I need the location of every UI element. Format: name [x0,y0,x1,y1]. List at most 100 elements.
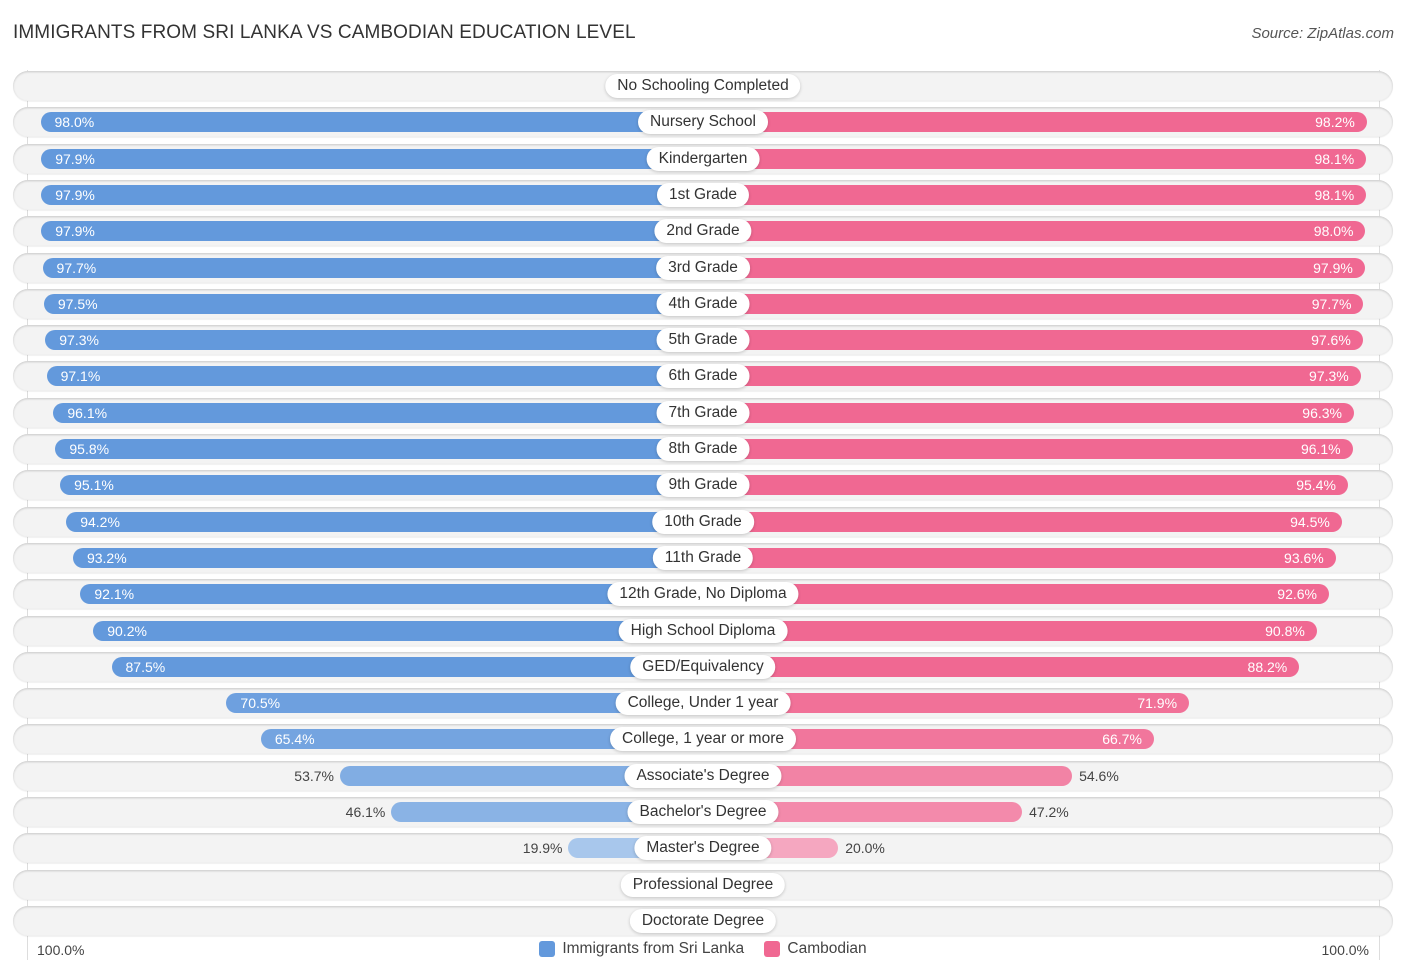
value-label-sri-lanka-10th-grade: 94.2% [80,513,120,530]
value-label-sri-lanka-4th-grade: 97.5% [57,295,98,312]
value-label-sri-lanka-5th-grade: 97.3% [59,332,99,349]
value-label-cambodian-10th-grade: 94.5% [1290,513,1330,530]
value-label-sri-lanka-master-s-degree: 19.9% [522,840,563,857]
value-label-cambodian-associate-s-degree: 54.6% [1079,767,1119,784]
category-label-9th-grade: 9th Grade [656,473,750,498]
category-label-11th-grade: 11th Grade [652,545,754,570]
value-label-sri-lanka-11th-grade: 93.2% [86,549,127,566]
legend-label-sri-lanka: Immigrants from Sri Lanka [562,940,745,957]
value-label-sri-lanka-high-school-diploma: 90.2% [107,622,147,639]
bar-sri-lanka-6th-grade[interactable] [46,366,703,387]
value-label-cambodian-1st-grade: 98.1% [1314,186,1355,203]
value-label-cambodian-8th-grade: 96.1% [1300,441,1341,457]
value-label-sri-lanka-6th-grade: 97.1% [60,368,101,385]
value-label-cambodian-6th-grade: 97.3% [1309,368,1349,385]
legend-swatch-cambodian [764,941,781,957]
value-label-cambodian-12th-grade-no-diploma: 92.6% [1277,586,1317,603]
value-label-cambodian-college-1-year-or-more: 66.7% [1102,731,1142,748]
value-label-sri-lanka-college-under-1-year: 70.5% [240,695,281,712]
category-label-doctorate-degree: Doctorate Degree [629,908,777,933]
legend-item-sri-lanka[interactable]: Immigrants from Sri Lanka [539,940,744,958]
value-label-sri-lanka-bachelor-s-degree: 46.1% [345,804,386,820]
value-label-sri-lanka-7th-grade: 96.1% [67,404,108,421]
value-label-cambodian-2nd-grade: 98.0% [1313,223,1354,240]
bar-sri-lanka-4th-grade[interactable] [43,293,703,314]
category-label-3rd-grade: 3rd Grade [656,255,750,280]
bar-cambodian-9th-grade[interactable] [703,475,1348,496]
bar-sri-lanka-kindergarten[interactable] [41,148,703,169]
bar-cambodian-6th-grade[interactable] [703,366,1361,387]
legend-label-cambodian: Cambodian [787,940,867,957]
category-label-master-s-degree: Master's Degree [634,836,772,861]
bar-sri-lanka-nursery-school[interactable] [40,112,703,133]
value-label-cambodian-nursery-school: 98.2% [1315,114,1355,131]
bar-cambodian-10th-grade[interactable] [703,511,1342,532]
value-label-sri-lanka-associate-s-degree: 53.7% [294,767,334,784]
value-label-cambodian-college-under-1-year: 71.9% [1137,695,1178,712]
bar-sri-lanka-10th-grade[interactable] [66,511,703,532]
bar-cambodian-high-school-diploma[interactable] [703,620,1317,641]
bar-cambodian-5th-grade[interactable] [703,330,1363,351]
value-label-sri-lanka-1st-grade: 97.9% [55,186,95,203]
bar-cambodian-ged-equivalency[interactable] [703,656,1300,677]
bar-sri-lanka-ged-equivalency[interactable] [111,656,703,677]
value-label-sri-lanka-2nd-grade: 97.9% [55,223,95,240]
category-label-6th-grade: 6th Grade [656,364,750,389]
value-label-cambodian-high-school-diploma: 90.8% [1265,622,1305,639]
bar-sri-lanka-3rd-grade[interactable] [42,257,703,278]
value-label-cambodian-4th-grade: 97.7% [1311,295,1352,312]
value-label-sri-lanka-9th-grade: 95.1% [74,477,114,494]
bar-sri-lanka-high-school-diploma[interactable] [93,620,703,641]
bar-sri-lanka-8th-grade[interactable] [55,439,703,459]
value-label-cambodian-7th-grade: 96.3% [1302,404,1342,421]
category-label-kindergarten: Kindergarten [646,146,760,171]
bar-cambodian-8th-grade[interactable] [703,439,1353,459]
category-label-college-under-1-year: College, Under 1 year [615,691,791,716]
bar-cambodian-3rd-grade[interactable] [703,257,1365,278]
bar-sri-lanka-7th-grade[interactable] [53,402,703,423]
category-label-4th-grade: 4th Grade [656,291,750,316]
bar-cambodian-4th-grade[interactable] [703,293,1364,314]
bar-sri-lanka-5th-grade[interactable] [45,330,703,351]
category-label-nursery-school: Nursery School [638,110,768,135]
bar-cambodian-1st-grade[interactable] [703,184,1367,205]
category-label-associate-s-degree: Associate's Degree [624,763,782,788]
category-label-8th-grade: 8th Grade [656,437,750,461]
category-label-10th-grade: 10th Grade [652,509,754,534]
legend: Immigrants from Sri Lanka Cambodian [0,940,1406,962]
value-label-sri-lanka-nursery-school: 98.0% [54,114,95,131]
bar-sri-lanka-2nd-grade[interactable] [41,221,703,242]
bar-sri-lanka-11th-grade[interactable] [72,547,703,568]
value-label-sri-lanka-3rd-grade: 97.7% [56,259,97,276]
category-label-12th-grade-no-diploma: 12th Grade, No Diploma [607,582,799,607]
category-label-1st-grade: 1st Grade [656,182,750,207]
value-label-sri-lanka-kindergarten: 97.9% [55,150,95,167]
chart-area: 2.0%1.9%No Schooling Completed98.0%98.2%… [0,0,1406,975]
bar-sri-lanka-1st-grade[interactable] [41,184,703,205]
bar-cambodian-2nd-grade[interactable] [703,221,1366,242]
bar-cambodian-nursery-school[interactable] [703,112,1367,133]
category-label-professional-degree: Professional Degree [620,872,786,897]
value-label-cambodian-11th-grade: 93.6% [1284,549,1324,566]
bar-sri-lanka-9th-grade[interactable] [60,475,703,496]
value-label-cambodian-3rd-grade: 97.9% [1313,259,1353,276]
bar-cambodian-7th-grade[interactable] [703,402,1354,423]
value-label-sri-lanka-ged-equivalency: 87.5% [125,658,166,675]
legend-swatch-sri-lanka [539,941,556,957]
category-label-high-school-diploma: High School Diploma [618,618,788,643]
category-label-college-1-year-or-more: College, 1 year or more [610,727,796,752]
value-label-cambodian-bachelor-s-degree: 47.2% [1029,804,1069,820]
value-label-cambodian-5th-grade: 97.6% [1311,332,1351,349]
category-label-7th-grade: 7th Grade [656,400,750,425]
legend-item-cambodian[interactable]: Cambodian [764,940,867,958]
bar-cambodian-11th-grade[interactable] [703,547,1336,568]
value-label-cambodian-9th-grade: 95.4% [1296,477,1336,494]
category-label-2nd-grade: 2nd Grade [654,219,752,244]
value-label-sri-lanka-12th-grade-no-diploma: 92.1% [94,586,135,603]
category-label-bachelor-s-degree: Bachelor's Degree [627,800,779,824]
value-label-cambodian-ged-equivalency: 88.2% [1247,658,1288,675]
category-label-no-schooling-completed: No Schooling Completed [605,74,801,98]
value-label-sri-lanka-college-1-year-or-more: 65.4% [274,731,315,748]
bar-cambodian-kindergarten[interactable] [703,148,1367,169]
category-label-ged-equivalency: GED/Equivalency [630,654,776,679]
